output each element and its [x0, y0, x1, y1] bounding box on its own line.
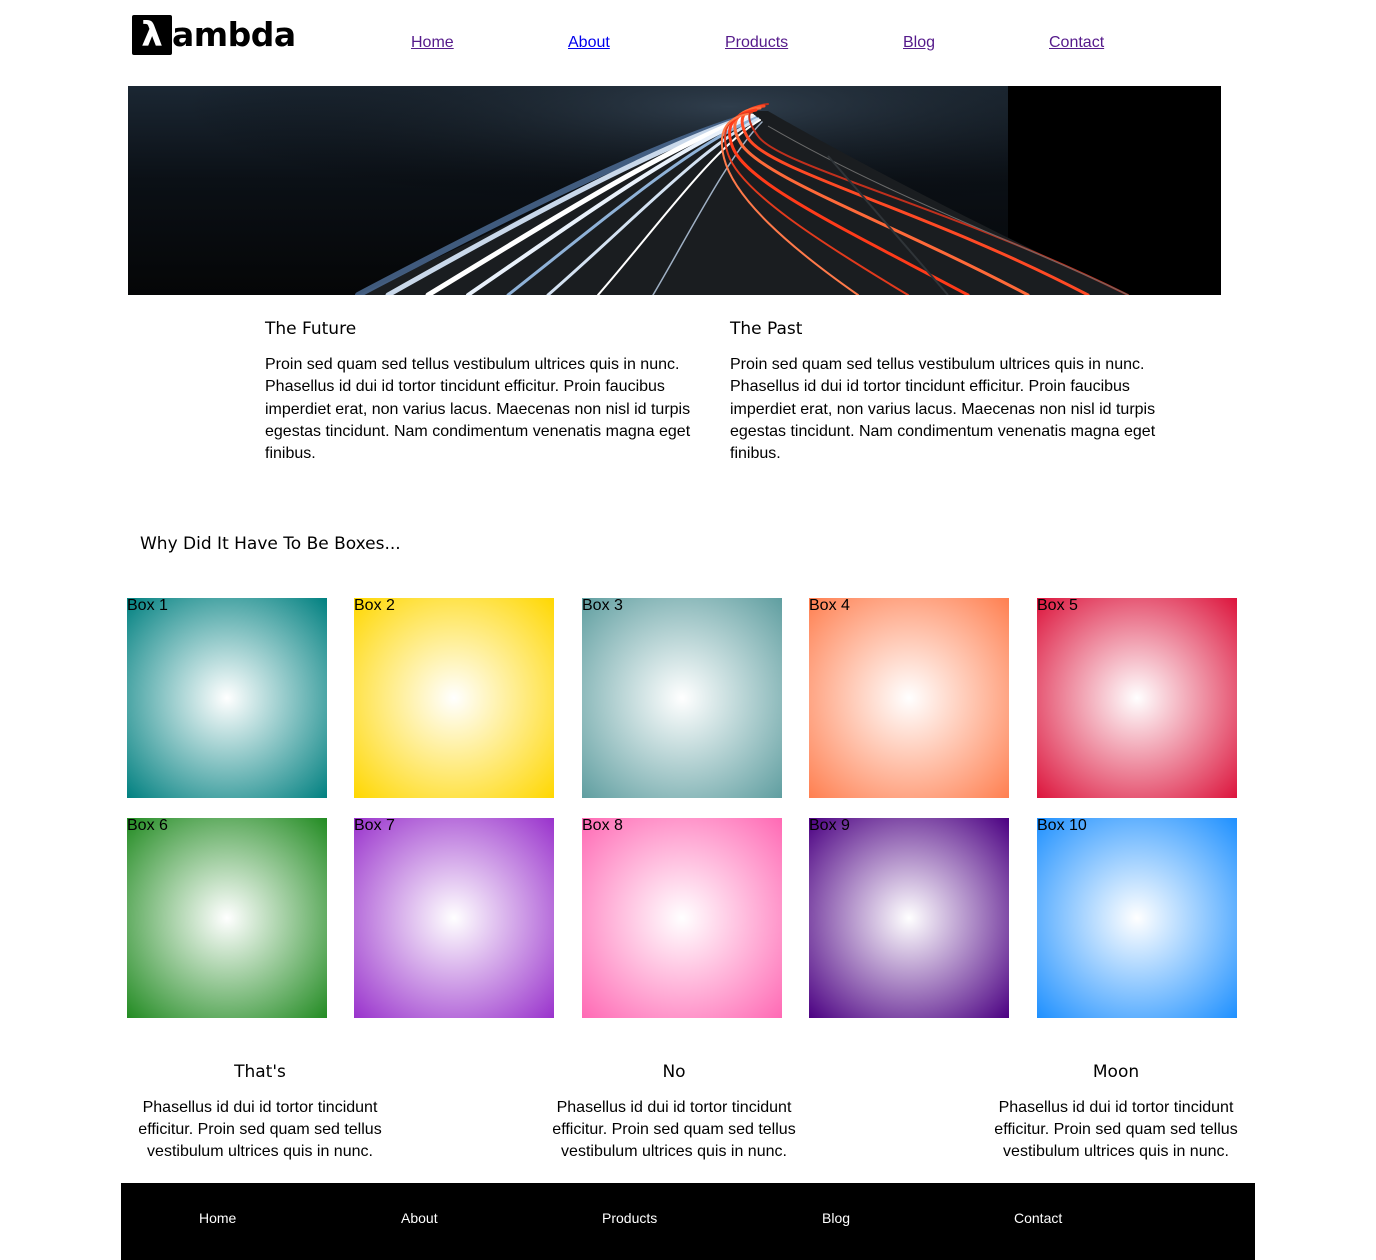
hero-image — [128, 86, 1221, 295]
box-3: Box 3 — [582, 597, 782, 798]
feature-text: Phasellus id dui id tortor tincidunt eff… — [552, 1099, 796, 1160]
nav-link-blog[interactable]: Blog — [903, 34, 935, 52]
box-label: Box 5 — [1037, 597, 1078, 614]
feature-thats: That's Phasellus id dui id tortor tincid… — [135, 1061, 385, 1163]
box-2: Box 2 — [354, 597, 554, 798]
box-label: Box 1 — [127, 597, 168, 614]
footer: Home About Products Blog Contact — [121, 1183, 1255, 1260]
nav-link-about[interactable]: About — [568, 34, 610, 52]
box-label: Box 3 — [582, 597, 623, 614]
nav-link-home[interactable]: Home — [411, 34, 454, 52]
feature-title: Moon — [1092, 1062, 1140, 1082]
footer-link-contact[interactable]: Contact — [1014, 1210, 1062, 1226]
feature-title: No — [662, 1062, 686, 1082]
box-7: Box 7 — [354, 817, 554, 1018]
box-1: Box 1 — [127, 597, 327, 798]
column-the-future: The Future Proin sed quam sed tellus ves… — [265, 318, 710, 465]
column-the-past: The Past Proin sed quam sed tellus vesti… — [730, 318, 1175, 465]
column-text: Proin sed quam sed tellus vestibulum ult… — [265, 356, 691, 463]
feature-moon: Moon Phasellus id dui id tortor tincidun… — [991, 1061, 1241, 1163]
box-4: Box 4 — [809, 597, 1009, 798]
nav-link-products[interactable]: Products — [725, 34, 788, 52]
lambda-logo-mark: λ — [132, 15, 172, 55]
logo-text: ambda — [172, 15, 296, 54]
footer-link-blog[interactable]: Blog — [822, 1210, 850, 1226]
box-label: Box 8 — [582, 817, 623, 834]
box-label: Box 9 — [809, 817, 850, 834]
feature-text: Phasellus id dui id tortor tincidunt eff… — [138, 1099, 382, 1160]
feature-text: Phasellus id dui id tortor tincidunt eff… — [994, 1099, 1238, 1160]
box-5: Box 5 — [1037, 597, 1237, 798]
box-10: Box 10 — [1037, 817, 1237, 1018]
box-label: Box 2 — [354, 597, 395, 614]
box-label: Box 7 — [354, 817, 395, 834]
footer-link-about[interactable]: About — [401, 1210, 438, 1226]
road-light-trails-image — [128, 86, 1221, 295]
column-text: Proin sed quam sed tellus vestibulum ult… — [730, 356, 1156, 463]
box-label: Box 6 — [127, 817, 168, 834]
boxes-heading: Why Did It Have To Be Boxes... — [140, 534, 401, 554]
nav-link-contact[interactable]: Contact — [1049, 34, 1104, 52]
box-label: Box 4 — [809, 597, 850, 614]
feature-title: That's — [234, 1062, 286, 1082]
column-title: The Past — [730, 319, 803, 339]
footer-link-products[interactable]: Products — [602, 1210, 657, 1226]
column-title: The Future — [265, 319, 357, 339]
box-8: Box 8 — [582, 817, 782, 1018]
feature-no: No Phasellus id dui id tortor tincidunt … — [549, 1061, 799, 1163]
logo[interactable]: λ ambda — [132, 15, 296, 55]
box-9: Box 9 — [809, 817, 1009, 1018]
box-6: Box 6 — [127, 817, 327, 1018]
box-label: Box 10 — [1037, 817, 1087, 834]
footer-link-home[interactable]: Home — [199, 1210, 236, 1226]
